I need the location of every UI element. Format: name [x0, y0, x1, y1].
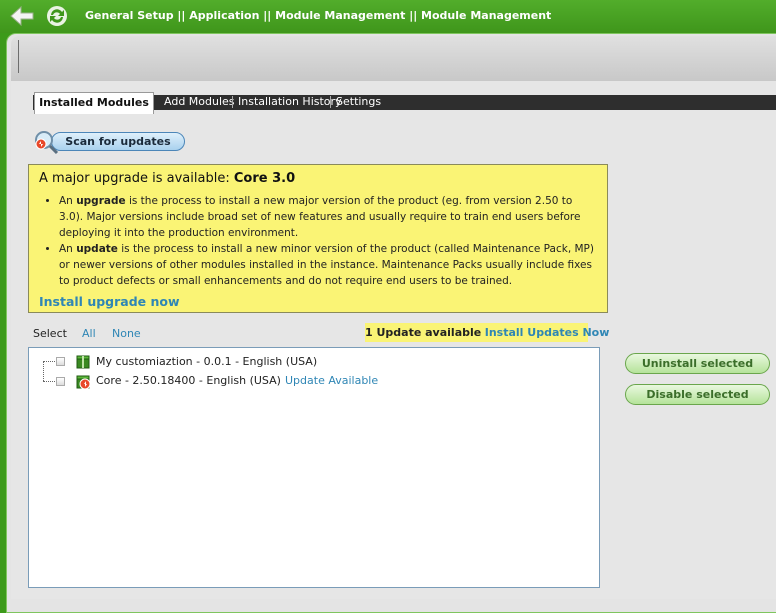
disable-selected-button[interactable]: Disable selected [625, 384, 770, 405]
module-checkbox[interactable] [56, 357, 65, 366]
update-available-link[interactable]: Update Available [285, 374, 378, 387]
tab-settings[interactable]: Settings [336, 95, 381, 109]
install-upgrade-link[interactable]: Install upgrade now [39, 294, 180, 309]
tab-separator [232, 96, 233, 108]
uninstall-selected-button[interactable]: Uninstall selected [625, 353, 770, 374]
notice-title: A major upgrade is available: Core 3.0 [39, 171, 295, 186]
bullet-upgrade: An upgrade is the process to install a n… [59, 193, 599, 241]
install-updates-link[interactable]: Install Updates Now [485, 326, 610, 339]
notice-bullets: An upgrade is the process to install a n… [29, 193, 599, 289]
scan-for-updates-button[interactable]: Scan for updates [33, 129, 186, 155]
module-tree: My customiaztion - 0.0.1 - English (USA)… [28, 347, 600, 588]
select-label: Select [33, 327, 67, 340]
tree-line [43, 361, 55, 362]
breadcrumb: General Setup || Application || Module M… [85, 9, 552, 22]
module-name: My customiaztion - 0.0.1 - English (USA) [96, 355, 318, 368]
package-icon [76, 355, 90, 369]
magnifier-icon [35, 131, 59, 155]
refresh-icon[interactable] [45, 4, 69, 28]
tree-line [43, 381, 55, 382]
bullet-update: An update is the process to install a ne… [59, 241, 599, 289]
tab-installed-modules[interactable]: Installed Modules [34, 92, 154, 114]
tab-installation-history[interactable]: Installation History [238, 95, 342, 109]
tree-line [43, 361, 44, 381]
module-checkbox[interactable] [56, 377, 65, 386]
toolbar [11, 36, 776, 81]
toolbar-separator [18, 40, 19, 73]
module-name: Core - 2.50.18400 - English (USA) [96, 374, 281, 387]
notice-title-prefix: A major upgrade is available: [39, 171, 230, 186]
select-all-link[interactable]: All [82, 327, 96, 340]
tab-separator [330, 96, 331, 108]
back-arrow-icon[interactable] [9, 4, 35, 28]
update-banner: 1 Update available Install Updates Now [365, 323, 609, 342]
upgrade-notice: A major upgrade is available: Core 3.0 A… [28, 164, 608, 313]
package-update-icon [76, 375, 91, 389]
update-count: 1 Update available [365, 326, 482, 339]
select-none-link[interactable]: None [112, 327, 141, 340]
tab-add-modules[interactable]: Add Modules [164, 95, 235, 109]
notice-title-version: Core 3.0 [233, 171, 296, 186]
scan-button-label: Scan for updates [51, 132, 185, 151]
